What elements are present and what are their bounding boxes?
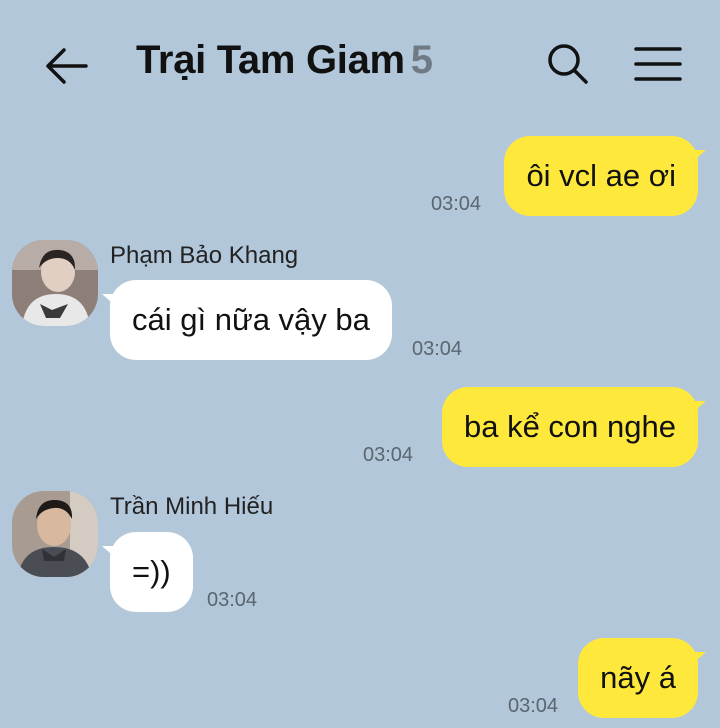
avatar-photo: [12, 240, 98, 326]
message-bubble-other[interactable]: cái gì nữa vậy ba: [102, 280, 392, 360]
search-button[interactable]: [542, 38, 594, 90]
message-bubble-mine[interactable]: ôi vcl ae ơi: [504, 136, 706, 216]
chat-header: Trại Tam Giam 5: [0, 0, 720, 125]
chat-title: Trại Tam Giam 5: [136, 38, 433, 83]
member-count: 5: [410, 38, 433, 82]
sender-name: Trần Minh Hiếu: [110, 493, 274, 520]
avatar[interactable]: [12, 491, 98, 577]
sender-name: Phạm Bảo Khang: [110, 242, 299, 269]
arrow-left-icon: [46, 48, 88, 84]
room-name: Trại Tam Giam: [136, 38, 405, 82]
back-button[interactable]: [40, 40, 92, 92]
message-time: 03:04: [508, 695, 559, 717]
search-icon: [548, 44, 588, 84]
message-bubble-mine[interactable]: nãy á: [578, 638, 706, 718]
avatar-photo: [12, 491, 98, 577]
message-time: 03:04: [363, 444, 414, 466]
message-time: 03:04: [207, 589, 258, 611]
message-time: 03:04: [431, 193, 482, 215]
menu-button[interactable]: [630, 38, 686, 90]
hamburger-menu-icon: [634, 47, 682, 81]
message-bubble-mine[interactable]: ba kể con nghe: [441, 387, 707, 467]
avatar[interactable]: [12, 240, 98, 326]
message-time: 03:04: [412, 338, 463, 360]
message-bubble-other[interactable]: =)): [102, 532, 193, 612]
